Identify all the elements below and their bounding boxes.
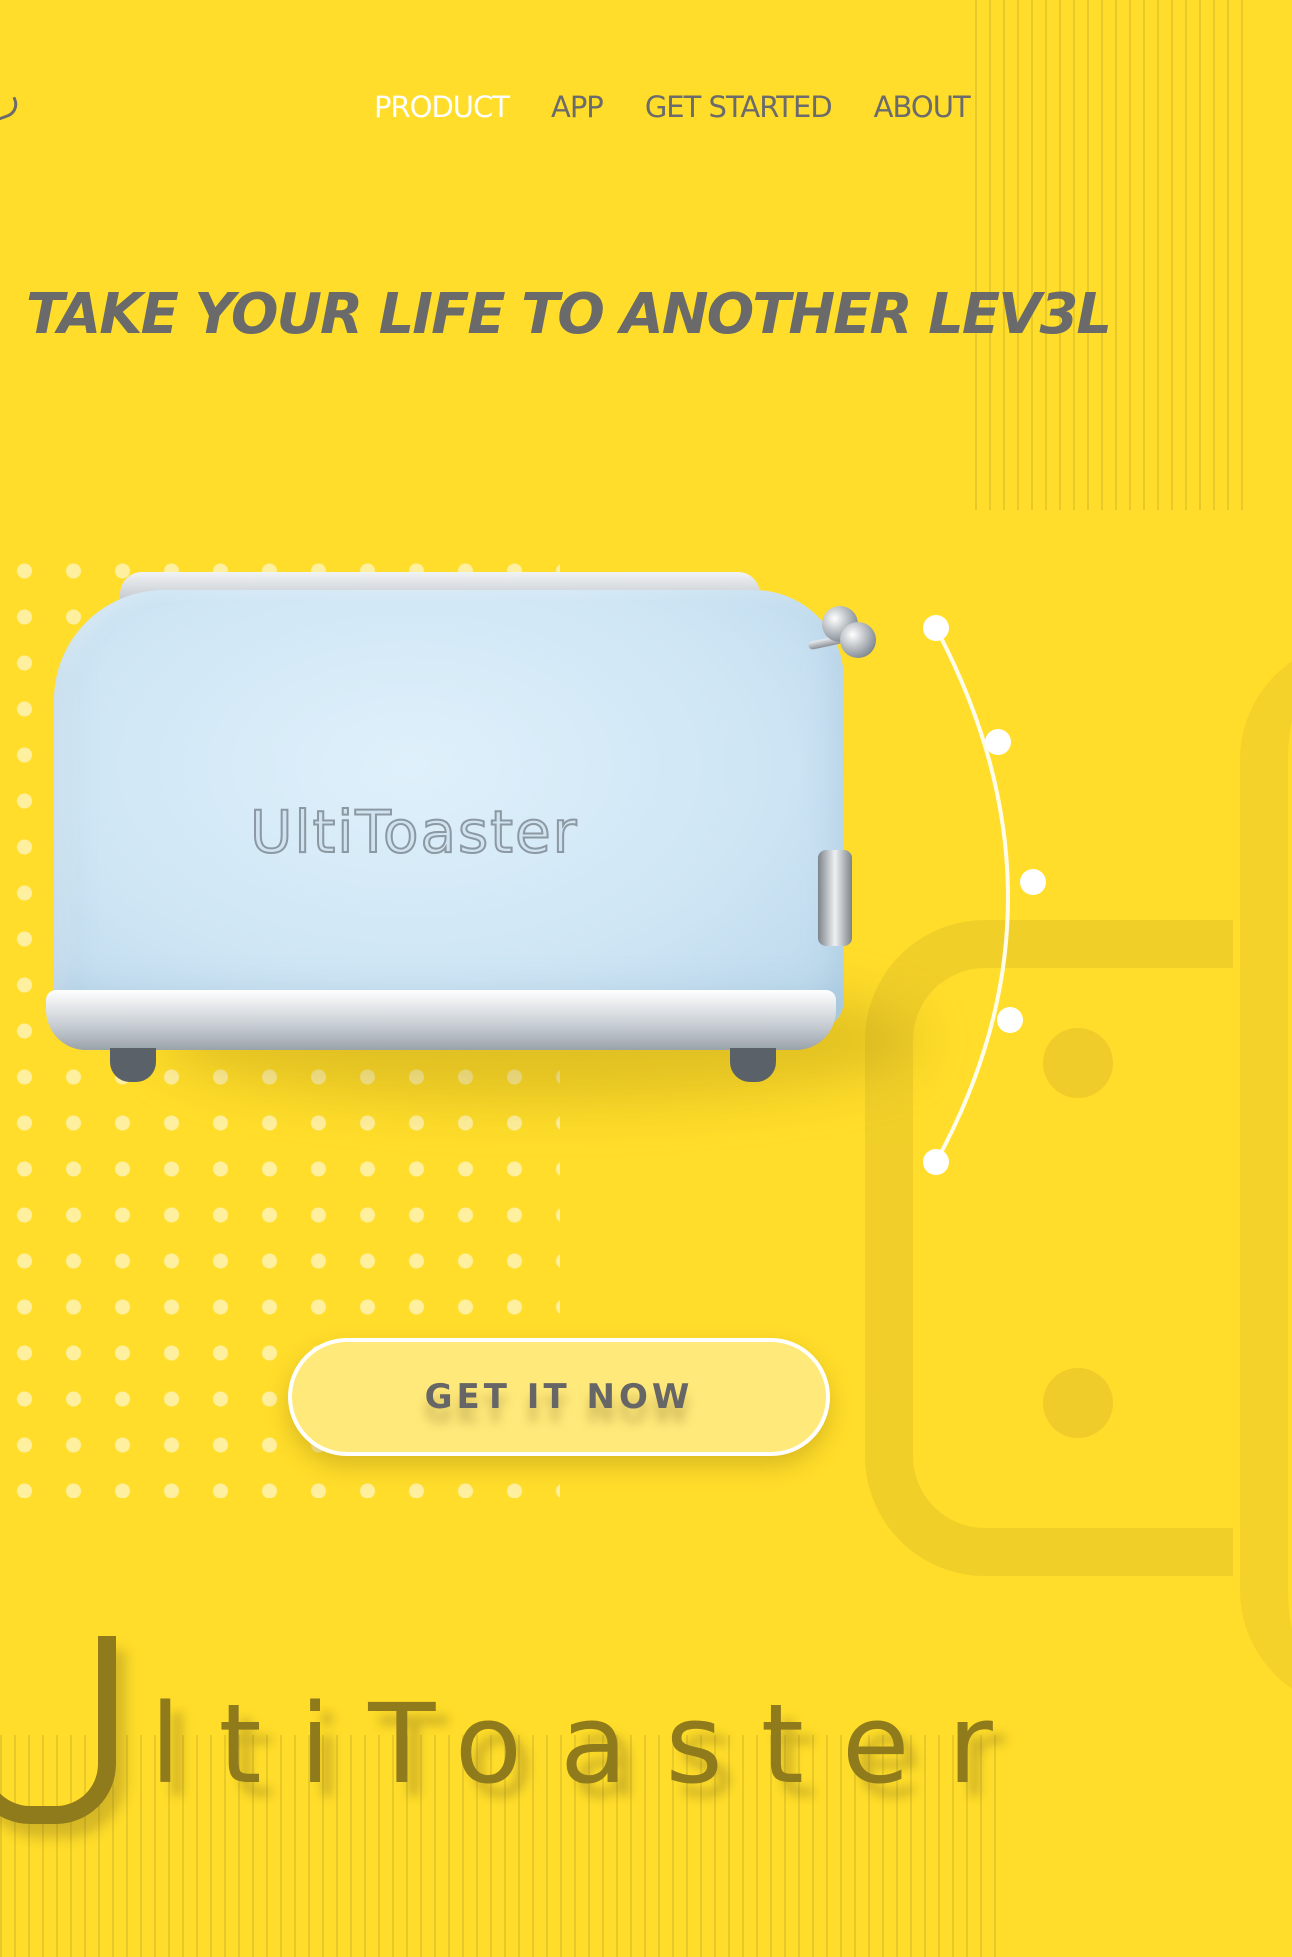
background-glyph-right [1240,640,1292,1710]
nav-item-app[interactable]: APP [551,90,604,124]
toaster-brand-label: UltiToaster [249,797,579,867]
nav-item-product[interactable]: PRODUCT [374,90,510,124]
get-it-now-button[interactable]: GET IT NOW [288,1338,830,1456]
toaster-foot-left [110,1048,156,1082]
arc-dots-icon [923,615,1046,1175]
lever-ball-front [840,622,876,658]
logo-mark-icon[interactable] [0,96,22,121]
toaster-lever [807,606,878,658]
arc-dot-4[interactable] [997,1007,1023,1033]
toaster-chrome-base [46,990,836,1050]
arc-dot-2[interactable] [985,729,1011,755]
nav-item-get-started[interactable]: GET STARTED [645,90,833,124]
arc-dot-1[interactable] [923,615,949,641]
landing-page: PRODUCT APP GET STARTED ABOUT TAKE YOUR … [0,0,1292,1957]
nav-item-about[interactable]: ABOUT [874,90,971,124]
arc-dot-5[interactable] [923,1149,949,1175]
product-image-toaster: UltiToaster [40,560,920,1120]
background-glyph-eye-bottom [1043,1368,1113,1438]
arc-dot-3[interactable] [1020,869,1046,895]
toaster-dial [818,850,852,946]
wordmark-text: ltiToaster [150,1680,1031,1808]
toaster-foot-right [730,1048,776,1082]
wordmark-letter-u [0,1636,116,1824]
hero-headline: TAKE YOUR LIFE TO ANOTHER LEV3L [26,282,1112,347]
cta-label: GET IT NOW [424,1377,694,1417]
main-nav: PRODUCT APP GET STARTED ABOUT [374,90,971,124]
dash-pattern-top-right [975,0,1245,510]
